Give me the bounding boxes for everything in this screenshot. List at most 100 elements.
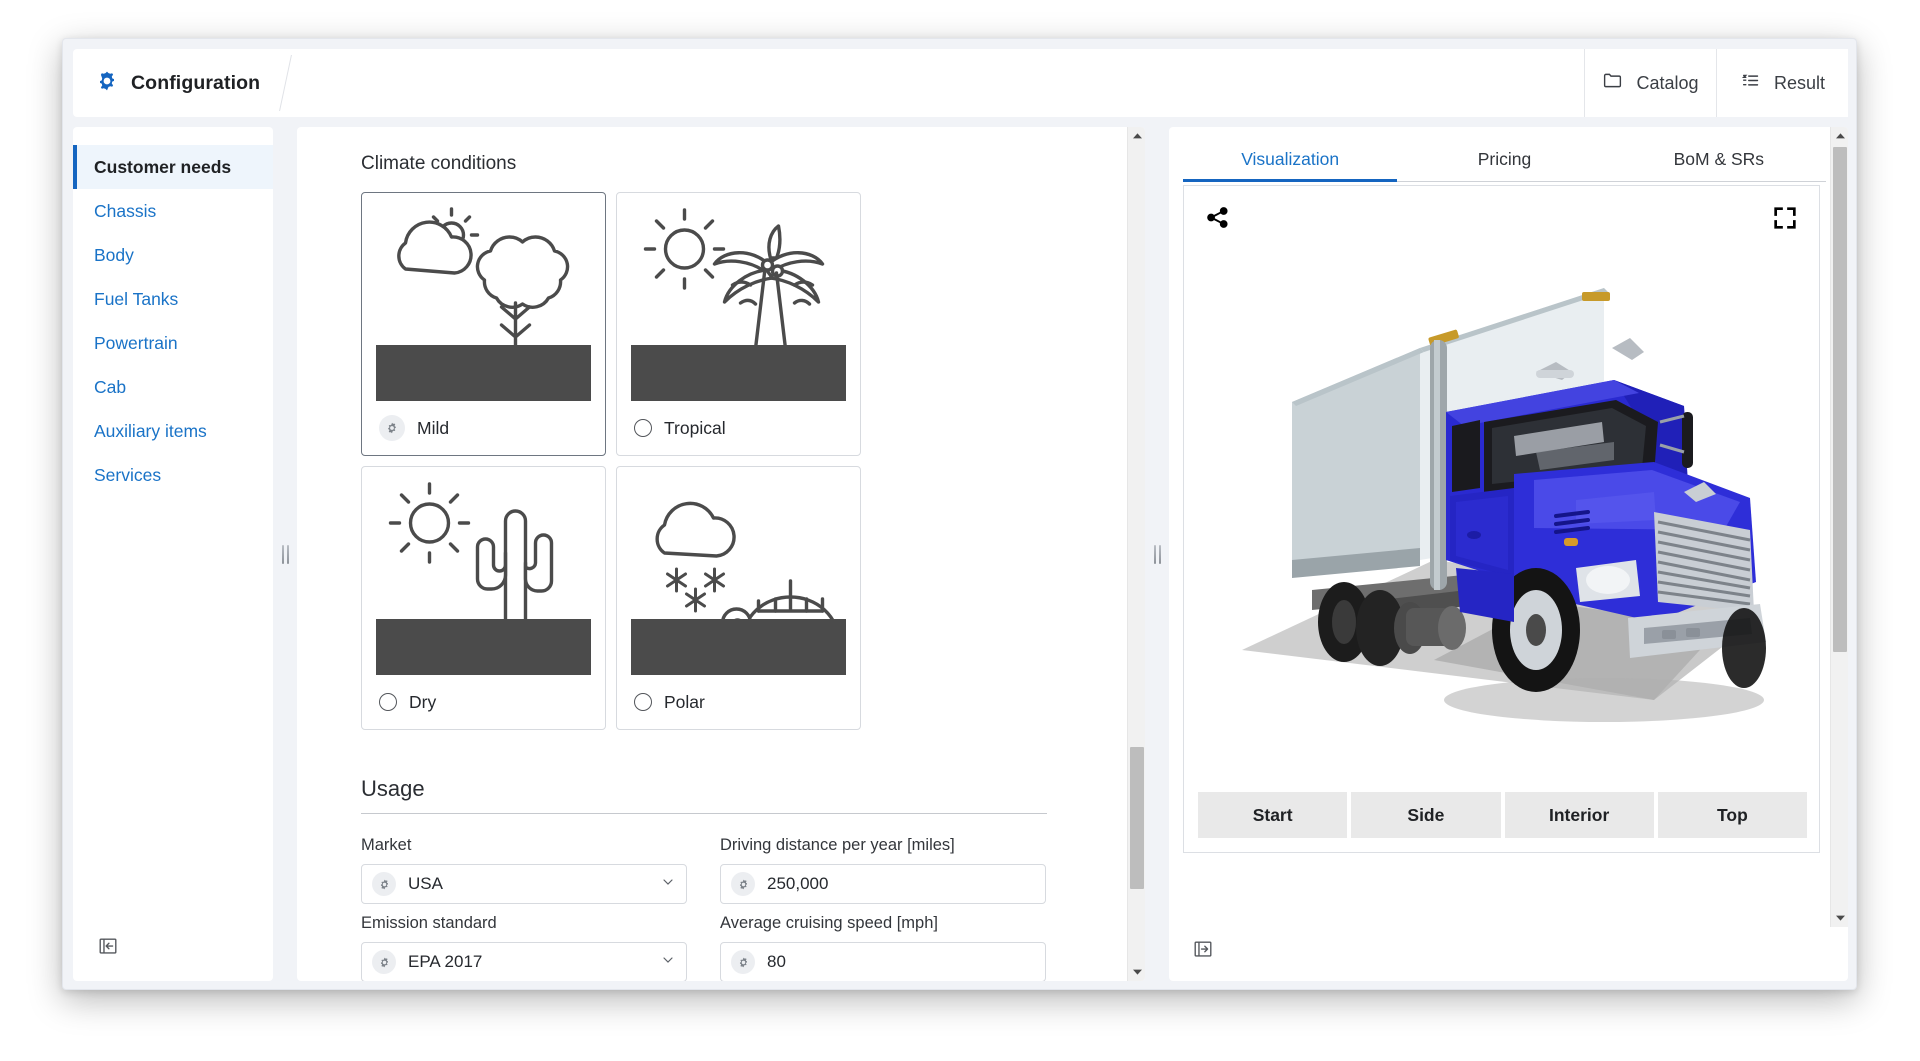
tab-label: BoM & SRs [1674, 149, 1764, 169]
radio-button[interactable] [379, 693, 397, 711]
radio-button[interactable] [634, 693, 652, 711]
select-control[interactable]: EPA 2017 [361, 942, 687, 981]
field-driving-distance-per-year-miles: Driving distance per year [miles] 250,000 [720, 836, 1046, 904]
field-label: Driving distance per year [miles] [720, 836, 1046, 855]
sidebar-splitter[interactable] [273, 127, 297, 981]
ground-bar [376, 619, 591, 675]
result-label: Result [1774, 73, 1825, 94]
splitter-grip [1154, 545, 1161, 564]
sidebar-item-label: Chassis [94, 201, 156, 222]
sidebar-item-label: Cab [94, 377, 126, 398]
app-header: Configuration Catalog Result [73, 49, 1848, 117]
climate-card-footer[interactable]: Dry [362, 675, 605, 729]
climate-card-footer[interactable]: Polar [617, 675, 860, 729]
view-button-side[interactable]: Side [1351, 792, 1500, 838]
view-button-top[interactable]: Top [1658, 792, 1807, 838]
climate-card-dry[interactable]: Dry [361, 466, 606, 730]
scroll-up-arrow-icon[interactable] [1128, 127, 1145, 145]
result-scrollbar[interactable] [1830, 127, 1848, 927]
view-button-label: Interior [1549, 805, 1609, 826]
result-panel: Visualization Pricing BoM & SRs [1169, 127, 1848, 981]
view-button-interior[interactable]: Interior [1505, 792, 1654, 838]
splitter-grip [282, 545, 289, 564]
view-button-label: Start [1253, 805, 1293, 826]
field-value: 80 [767, 952, 1035, 972]
configuration-scroll-thumb[interactable] [1130, 747, 1144, 889]
page-title: Configuration [131, 72, 260, 95]
usage-divider [361, 813, 1047, 814]
climate-card-label: Tropical [664, 418, 726, 439]
view-button-label: Top [1717, 805, 1748, 826]
climate-card-polar[interactable]: Polar [616, 466, 861, 730]
ground-bar [376, 345, 591, 401]
result-scroll-thumb[interactable] [1833, 147, 1847, 652]
field-label: Emission standard [361, 914, 687, 933]
view-button-row: Start Side Interior Top [1198, 792, 1807, 838]
sidebar-item-label: Services [94, 465, 161, 486]
list-icon [1740, 70, 1761, 96]
chevron-down-icon[interactable] [660, 874, 676, 895]
sidebar-item-services[interactable]: Services [73, 453, 273, 497]
ground-bar [631, 345, 846, 401]
scroll-up-arrow-icon[interactable] [1831, 127, 1848, 145]
view-button-label: Side [1407, 805, 1444, 826]
result-collapse-button[interactable] [1189, 935, 1217, 963]
sidebar-item-customer-needs[interactable]: Customer needs [73, 145, 273, 189]
field-average-cruising-speed-mph: Average cruising speed [mph] 80 [720, 914, 1046, 981]
gear-icon[interactable] [372, 950, 396, 974]
scroll-down-arrow-icon[interactable] [1128, 963, 1145, 981]
scroll-down-arrow-icon[interactable] [1831, 909, 1848, 927]
tab-visualization[interactable]: Visualization [1183, 139, 1397, 181]
tab-bom-srs[interactable]: BoM & SRs [1612, 139, 1826, 181]
result-splitter[interactable] [1145, 127, 1169, 981]
climate-card-footer[interactable]: Tropical [617, 401, 860, 455]
climate-card-label: Mild [417, 418, 449, 439]
tab-pricing[interactable]: Pricing [1397, 139, 1611, 181]
sidebar-item-body[interactable]: Body [73, 233, 273, 277]
climate-card-mild[interactable]: Mild [361, 192, 606, 456]
tab-label: Visualization [1241, 149, 1339, 169]
gear-icon[interactable] [379, 415, 405, 441]
cloud-sun-tree-illustration [362, 193, 605, 401]
sidebar-item-powertrain[interactable]: Powertrain [73, 321, 273, 365]
sidebar-item-label: Auxiliary items [94, 421, 207, 442]
sidebar-item-label: Body [94, 245, 134, 266]
sidebar-collapse-button[interactable] [94, 932, 122, 960]
radio-button[interactable] [634, 419, 652, 437]
sidebar-item-label: Customer needs [94, 157, 231, 178]
climate-section-label: Climate conditions [361, 153, 1127, 175]
configuration-scrollbar[interactable] [1127, 127, 1145, 981]
catalog-label: Catalog [1636, 73, 1698, 94]
gear-icon[interactable] [372, 872, 396, 896]
climate-card-grid: Mild Tropical Dry [361, 192, 861, 730]
climate-card-footer[interactable]: Mild [362, 401, 605, 455]
sidebar-item-fuel-tanks[interactable]: Fuel Tanks [73, 277, 273, 321]
sidebar-item-cab[interactable]: Cab [73, 365, 273, 409]
snow-igloo-illustration [617, 467, 860, 675]
select-control[interactable]: USA [361, 864, 687, 904]
result-button[interactable]: Result [1716, 49, 1848, 117]
view-button-start[interactable]: Start [1198, 792, 1347, 838]
field-value: USA [408, 874, 648, 894]
field-value: EPA 2017 [408, 952, 648, 972]
sun-palm-illustration [617, 193, 860, 401]
tab-label: Pricing [1478, 149, 1532, 169]
gear-icon[interactable] [731, 950, 755, 974]
usage-title: Usage [361, 776, 1047, 813]
folder-icon [1602, 70, 1623, 96]
body-area: Customer needs Chassis Body Fuel Tanks Power… [73, 127, 1848, 981]
sidebar-item-chassis[interactable]: Chassis [73, 189, 273, 233]
text-input-control[interactable]: 80 [720, 942, 1046, 981]
text-input-control[interactable]: 250,000 [720, 864, 1046, 904]
chevron-down-icon[interactable] [660, 952, 676, 973]
sidebar-item-auxiliary-items[interactable]: Auxiliary items [73, 409, 273, 453]
climate-card-label: Polar [664, 692, 705, 713]
catalog-button[interactable]: Catalog [1584, 49, 1716, 117]
field-label: Market [361, 836, 687, 855]
climate-card-tropical[interactable]: Tropical [616, 192, 861, 456]
sidebar-item-label: Powertrain [94, 333, 178, 354]
field-label: Average cruising speed [mph] [720, 914, 1046, 933]
gear-icon[interactable] [731, 872, 755, 896]
configuration-scroll-area: Climate conditions Mild Tropical [297, 127, 1127, 981]
vehicle-visualization[interactable] [1184, 230, 1820, 766]
